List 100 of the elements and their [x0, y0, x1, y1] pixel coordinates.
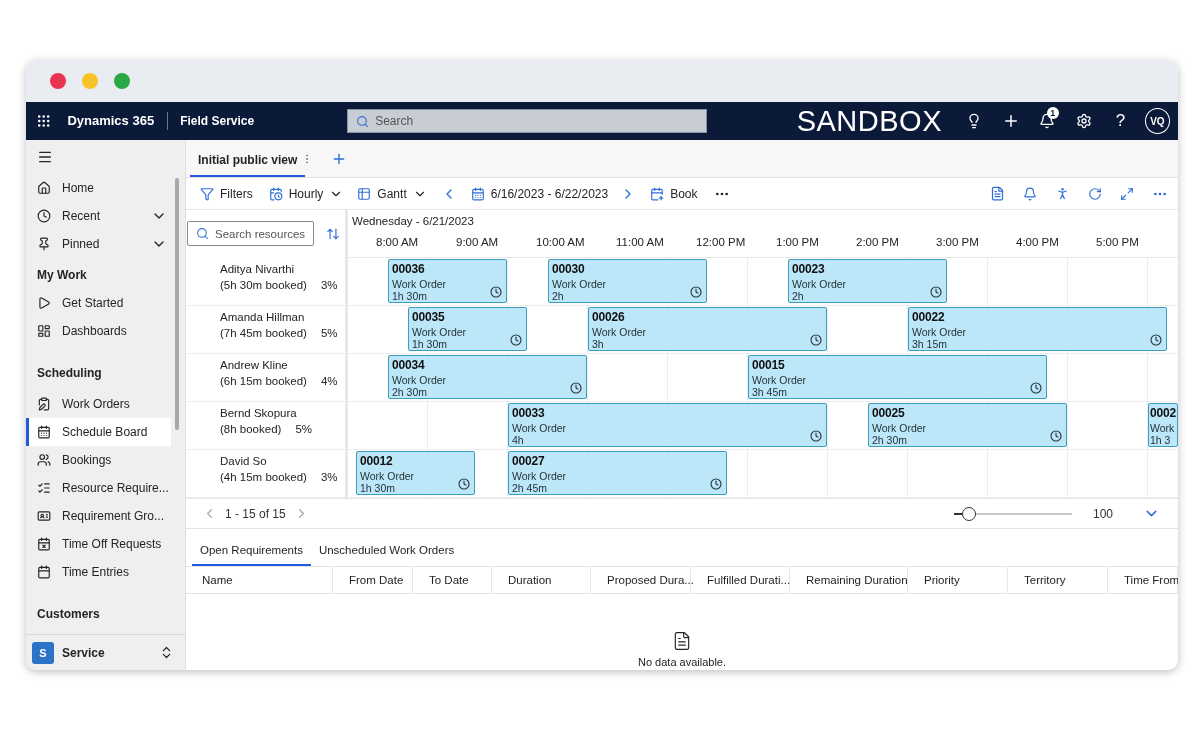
person-icon[interactable] [1055, 186, 1070, 201]
bell-icon[interactable] [1023, 186, 1037, 201]
booking-number: 0002 [1150, 406, 1176, 420]
booking-duration: 2h 30m [392, 386, 428, 398]
view-tab[interactable]: Initial public view [190, 145, 306, 177]
id-card-icon [37, 509, 51, 523]
sidebar-item[interactable]: Dashboards [26, 317, 171, 345]
sidebar-item[interactable]: Bookings [26, 446, 171, 474]
column-header[interactable]: Territory [1008, 567, 1108, 593]
sidebar-item[interactable]: Time Off Requests [26, 530, 171, 558]
booking-type: Work Order [392, 374, 447, 386]
column-header[interactable]: Priority [908, 567, 1008, 593]
clock-icon [490, 286, 502, 298]
column-header[interactable]: From Date [333, 567, 413, 593]
play-icon [37, 296, 51, 310]
booking-duration: 3h 45m [752, 386, 788, 398]
booking-number: 00022 [912, 310, 945, 324]
sidebar-item[interactable]: Schedule Board [26, 418, 171, 446]
resource-search-field[interactable]: Search resources [187, 221, 314, 246]
column-header[interactable]: Proposed Dura... [591, 567, 691, 593]
clock-icon [1030, 382, 1042, 394]
booking-duration: 3h 15m [912, 338, 948, 350]
booking-card[interactable]: 00034 Work Order 2h 30m [388, 355, 587, 399]
resource-name[interactable]: Bernd Skopura [220, 407, 345, 419]
maximize-control-icon[interactable] [114, 73, 130, 89]
booking-card[interactable]: 0002 Work 1h 3 [1148, 403, 1178, 447]
period-dropdown[interactable]: Hourly [268, 186, 344, 201]
booking-card[interactable]: 00025 Work Order 2h 30m [868, 403, 1067, 447]
column-header[interactable]: Name [186, 567, 333, 593]
slider-thumb[interactable] [962, 506, 977, 521]
help-button[interactable]: ? [1115, 111, 1126, 131]
column-header[interactable]: Duration [492, 567, 591, 593]
area-switcher[interactable]: S Service [26, 634, 185, 670]
clock-icon [710, 478, 722, 490]
booking-card[interactable]: 00022 Work Order 3h 15m [908, 307, 1167, 351]
booking-duration: 2h [552, 290, 564, 302]
sidebar-item[interactable]: Home [26, 174, 171, 202]
resource-name[interactable]: Andrew Kline [220, 359, 345, 371]
dashboard-icon [37, 324, 51, 338]
resource-name[interactable]: Amanda Hillman [220, 311, 345, 323]
product-name[interactable]: Dynamics 365 [67, 112, 169, 130]
column-header[interactable]: Time From [1108, 567, 1178, 593]
column-header[interactable]: To Date [413, 567, 492, 593]
view-dropdown[interactable]: Gantt [357, 186, 427, 201]
hour-label: 10:00 AM [536, 236, 585, 248]
booking-card[interactable]: 00036 Work Order 1h 30m [388, 259, 507, 303]
sidebar-item[interactable]: Pinned [26, 230, 171, 258]
sidebar-item[interactable]: Requirement Gro... [26, 502, 171, 530]
booking-type: Work Order [912, 326, 967, 338]
booking-card[interactable]: 00035 Work Order 1h 30m [408, 307, 527, 351]
booking-card[interactable]: 00012 Work Order 1h 30m [356, 451, 475, 495]
settings-icon[interactable] [1076, 113, 1092, 129]
sidebar-item[interactable]: Get Started [26, 289, 171, 317]
app-name[interactable]: Field Service [180, 114, 255, 128]
hour-label: 5:00 PM [1096, 236, 1139, 248]
booking-card[interactable]: 00015 Work Order 3h 45m [748, 355, 1047, 399]
booking-number: 00015 [752, 358, 785, 372]
hour-label: 3:00 PM [936, 236, 979, 248]
sidebar-section-heading: Scheduling [36, 365, 103, 382]
requirements-tab[interactable]: Unscheduled Work Orders [310, 536, 463, 566]
requirements-tab[interactable]: Open Requirements [192, 536, 311, 566]
booking-card[interactable]: 00023 Work Order 2h [788, 259, 947, 303]
sidebar-item[interactable]: Recent [26, 202, 171, 230]
booking-card[interactable]: 00033 Work Order 4h [508, 403, 827, 447]
refresh-icon[interactable] [1088, 186, 1102, 201]
booking-card[interactable]: 00026 Work Order 3h [588, 307, 827, 351]
utilization: 3% [320, 279, 338, 291]
sidebar-item[interactable]: Resource Require... [26, 474, 171, 502]
sidebar-item[interactable]: Work Orders [26, 390, 171, 418]
expand-icon[interactable] [1120, 186, 1134, 201]
booking-type: Work Order [360, 470, 415, 482]
booking-card[interactable]: 00027 Work Order 2h 45m [508, 451, 727, 495]
booking-duration: 3h [592, 338, 604, 350]
column-header[interactable]: Remaining Duration [790, 567, 908, 593]
menu-icon[interactable] [37, 149, 53, 165]
calendar-clock-icon [268, 186, 283, 201]
resource-name[interactable]: Aditya Nivarthi [220, 263, 345, 275]
close-control-icon[interactable] [50, 73, 66, 89]
clock-icon [810, 334, 822, 346]
booking-duration: 1h 30m [412, 338, 448, 350]
booking-type: Work Order [872, 422, 927, 434]
booking-number: 00025 [872, 406, 905, 420]
sidebar-item[interactable]: Time Entries [26, 558, 171, 586]
clock-icon [690, 286, 702, 298]
utilization: 5% [320, 327, 338, 339]
date-range-button[interactable]: 6/16/2023 - 6/22/2023 [470, 186, 609, 201]
environment-label: SANDBOX [796, 104, 942, 138]
booking-type: Work Order [792, 278, 847, 290]
sort-icon[interactable] [326, 227, 340, 241]
search-field[interactable]: Search [347, 109, 707, 133]
booking-card[interactable]: 00030 Work Order 2h [548, 259, 707, 303]
report-icon[interactable] [990, 186, 1005, 201]
resource-name[interactable]: David So [220, 455, 345, 467]
scrollbar[interactable] [175, 178, 179, 430]
booking-duration: 2h [792, 290, 804, 302]
column-header[interactable]: Fulfilled Durati... [691, 567, 790, 593]
filters-button[interactable]: Filters [200, 186, 253, 201]
people-icon [37, 453, 51, 467]
app-launcher-icon[interactable] [36, 113, 52, 129]
book-button[interactable]: Book [650, 186, 698, 201]
